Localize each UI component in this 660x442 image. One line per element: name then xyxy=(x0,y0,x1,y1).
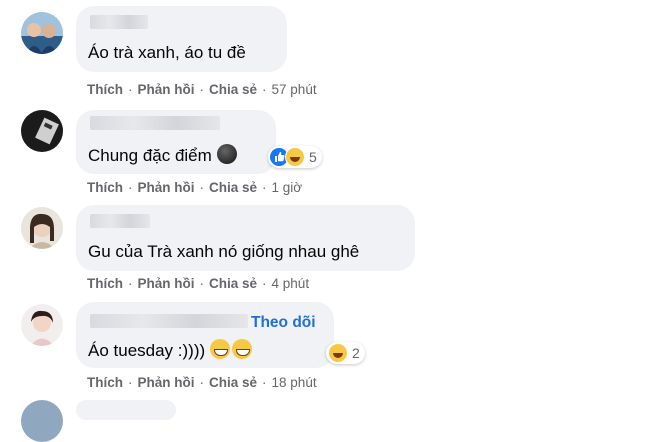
timestamp[interactable]: 4 phút xyxy=(272,276,310,291)
comment-bubble: Chung đặc điểm xyxy=(76,110,276,174)
comment-actions: Thích · Phản hồi · Chia sẻ · 57 phút xyxy=(87,82,317,97)
timestamp[interactable]: 1 giờ xyxy=(272,180,303,195)
share-button[interactable]: Chia sẻ xyxy=(209,375,257,390)
like-button[interactable]: Thích xyxy=(87,82,123,97)
share-button[interactable]: Chia sẻ xyxy=(209,82,257,97)
author-name-blurred[interactable] xyxy=(90,314,248,328)
reply-button[interactable]: Phản hồi xyxy=(138,375,195,390)
share-button[interactable]: Chia sẻ xyxy=(209,276,257,291)
comment-bubble: Theo dõi Áo tuesday :)))) xyxy=(76,302,334,368)
comment-text: Chung đặc điểm xyxy=(88,144,237,166)
comment-text: Gu của Trà xanh nó giống nhau ghê xyxy=(88,242,360,261)
avatar[interactable] xyxy=(21,400,63,442)
reaction-count: 2 xyxy=(352,345,360,361)
comment-text: Áo trà xanh, áo tu đề xyxy=(88,43,246,62)
haha-icon xyxy=(285,147,305,167)
share-button[interactable]: Chia sẻ xyxy=(209,180,257,195)
author-name-blurred[interactable] xyxy=(90,15,148,29)
reply-button[interactable]: Phản hồi xyxy=(138,180,195,195)
avatar[interactable] xyxy=(21,110,63,152)
dark-circle-emoji xyxy=(216,144,237,164)
like-button[interactable]: Thích xyxy=(87,276,123,291)
comment-bubble xyxy=(76,400,176,420)
like-button[interactable]: Thích xyxy=(87,375,123,390)
reply-button[interactable]: Phản hồi xyxy=(138,82,195,97)
like-button[interactable]: Thích xyxy=(87,180,123,195)
grinning-emoji xyxy=(209,339,230,359)
timestamp[interactable]: 57 phút xyxy=(272,82,317,97)
avatar[interactable] xyxy=(21,304,63,346)
comment-bubble: Gu của Trà xanh nó giống nhau ghê xyxy=(76,205,415,271)
author-name-blurred[interactable] xyxy=(90,214,150,228)
comment-bubble: Áo trà xanh, áo tu đề xyxy=(76,6,287,72)
reply-button[interactable]: Phản hồi xyxy=(138,276,195,291)
grinning-emoji xyxy=(231,339,252,359)
author-name-blurred[interactable] xyxy=(90,116,220,130)
haha-icon xyxy=(328,343,348,363)
reaction-summary[interactable]: 5 xyxy=(268,146,322,168)
reaction-summary[interactable]: 2 xyxy=(326,342,365,364)
avatar[interactable] xyxy=(21,12,63,54)
reaction-count: 5 xyxy=(309,149,317,165)
avatar[interactable] xyxy=(21,207,63,249)
follow-button[interactable]: Theo dõi xyxy=(251,314,316,332)
timestamp[interactable]: 18 phút xyxy=(272,375,317,390)
comment-actions: Thích · Phản hồi · Chia sẻ · 4 phút xyxy=(87,276,310,291)
comment-actions: Thích · Phản hồi · Chia sẻ · 1 giờ xyxy=(87,180,303,195)
comment-text: Áo tuesday :)))) xyxy=(88,339,252,361)
comment-actions: Thích · Phản hồi · Chia sẻ · 18 phút xyxy=(87,375,317,390)
